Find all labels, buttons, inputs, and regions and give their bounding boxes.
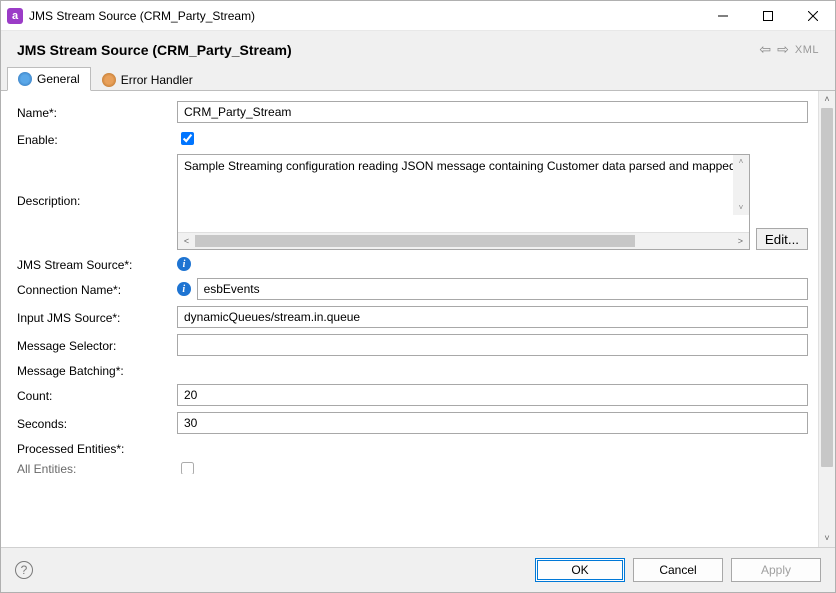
close-button[interactable] <box>790 1 835 30</box>
count-input[interactable] <box>177 384 808 406</box>
maximize-icon <box>763 11 773 21</box>
row-input-jms-source: Input JMS Source*: <box>17 306 814 328</box>
row-jms-stream-source: JMS Stream Source*: i <box>17 256 814 272</box>
minimize-button[interactable] <box>700 1 745 30</box>
tab-general-label: General <box>37 72 80 86</box>
label-seconds: Seconds: <box>17 415 177 431</box>
close-icon <box>808 11 818 21</box>
row-connection-name: Connection Name*: i <box>17 278 814 300</box>
label-input-jms-source: Input JMS Source*: <box>17 309 177 325</box>
nav-forward-icon[interactable]: ⇨ <box>777 41 789 58</box>
seconds-input[interactable] <box>177 412 808 434</box>
app-icon: a <box>7 8 23 24</box>
form-scrollbar[interactable]: ˄ ˅ <box>818 91 835 547</box>
window-controls <box>700 1 835 30</box>
description-textarea[interactable]: Sample Streaming configuration reading J… <box>177 154 750 250</box>
input-jms-source-input[interactable] <box>177 306 808 328</box>
label-connection-name: Connection Name*: <box>17 281 177 297</box>
help-button[interactable]: ? <box>15 561 33 579</box>
error-handler-tab-icon <box>102 73 116 87</box>
row-count: Count: <box>17 384 814 406</box>
connection-name-input[interactable] <box>197 278 808 300</box>
general-tab-icon <box>18 72 32 86</box>
scroll-up-icon[interactable]: ˄ <box>819 91 835 108</box>
label-count: Count: <box>17 387 177 403</box>
description-hscroll[interactable]: < > <box>178 232 749 249</box>
scroll-down-icon[interactable]: ˅ <box>733 201 749 215</box>
row-description: Description: Sample Streaming configurat… <box>17 154 814 250</box>
window-title: JMS Stream Source (CRM_Party_Stream) <box>29 9 700 23</box>
hscroll-thumb[interactable] <box>195 235 635 247</box>
cancel-button[interactable]: Cancel <box>633 558 723 582</box>
row-processed-entities: Processed Entities*: <box>17 440 814 456</box>
row-all-entities: All Entities: <box>17 462 814 474</box>
enable-checkbox[interactable] <box>181 132 194 145</box>
tab-bar: General Error Handler <box>1 66 835 91</box>
minimize-icon <box>718 11 728 21</box>
row-message-batching: Message Batching*: <box>17 362 814 378</box>
row-name: Name*: <box>17 101 814 123</box>
row-seconds: Seconds: <box>17 412 814 434</box>
nav-back-icon[interactable]: ⇦ <box>759 41 771 58</box>
label-jms-stream-source: JMS Stream Source*: <box>17 256 177 272</box>
info-icon[interactable]: i <box>177 257 191 271</box>
label-all-entities: All Entities: <box>17 462 177 474</box>
scroll-up-icon[interactable]: ˄ <box>733 155 749 169</box>
tab-error-handler[interactable]: Error Handler <box>91 67 204 91</box>
description-vscroll[interactable]: ˄ ˅ <box>733 155 749 215</box>
button-bar: ? OK Cancel Apply <box>1 547 835 592</box>
description-text: Sample Streaming configuration reading J… <box>184 159 742 173</box>
tab-general[interactable]: General <box>7 67 91 91</box>
tab-error-handler-label: Error Handler <box>121 73 193 87</box>
form-body: Name*: Enable: Description: Sample Strea… <box>1 91 818 547</box>
label-processed-entities: Processed Entities*: <box>17 440 177 456</box>
vscroll-thumb[interactable] <box>821 108 833 467</box>
row-message-selector: Message Selector: <box>17 334 814 356</box>
name-input[interactable] <box>177 101 808 123</box>
maximize-button[interactable] <box>745 1 790 30</box>
form-area: Name*: Enable: Description: Sample Strea… <box>1 91 835 547</box>
help-icon: ? <box>21 563 28 577</box>
label-enable: Enable: <box>17 131 177 147</box>
header: JMS Stream Source (CRM_Party_Stream) ⇦ ⇨… <box>1 31 835 66</box>
dialog-window: a JMS Stream Source (CRM_Party_Stream) J… <box>0 0 836 593</box>
xml-view-button[interactable]: XML <box>795 44 819 56</box>
apply-button[interactable]: Apply <box>731 558 821 582</box>
ok-button[interactable]: OK <box>535 558 625 582</box>
label-description: Description: <box>17 154 177 208</box>
message-selector-input[interactable] <box>177 334 808 356</box>
label-message-selector: Message Selector: <box>17 337 177 353</box>
label-message-batching: Message Batching*: <box>17 362 177 378</box>
label-name: Name*: <box>17 104 177 120</box>
scroll-down-icon[interactable]: ˅ <box>819 530 835 547</box>
scroll-right-icon[interactable]: > <box>732 236 749 246</box>
header-title: JMS Stream Source (CRM_Party_Stream) <box>17 42 292 58</box>
titlebar: a JMS Stream Source (CRM_Party_Stream) <box>1 1 835 31</box>
all-entities-checkbox[interactable] <box>181 462 194 474</box>
scroll-left-icon[interactable]: < <box>178 236 195 246</box>
row-enable: Enable: <box>17 129 814 148</box>
header-nav: ⇦ ⇨ XML <box>759 41 819 58</box>
info-icon[interactable]: i <box>177 282 191 296</box>
dialog-buttons: OK Cancel Apply <box>535 558 821 582</box>
edit-description-button[interactable]: Edit... <box>756 228 808 250</box>
